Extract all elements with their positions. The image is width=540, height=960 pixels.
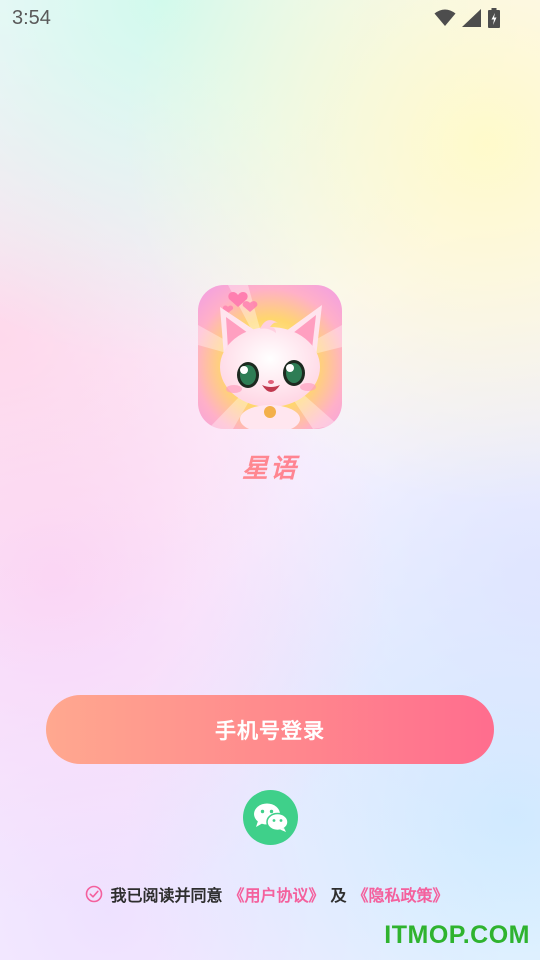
cat-mascot-logo (198, 285, 342, 429)
wechat-login-button[interactable] (243, 790, 298, 845)
battery-charging-icon (488, 8, 500, 28)
user-agreement-link[interactable]: 《用户协议》 (228, 882, 324, 906)
phone-login-label: 手机号登录 (215, 718, 325, 743)
site-watermark: ITMOP.COM (384, 921, 530, 949)
status-time: 3:54 (12, 7, 51, 29)
phone-login-button[interactable]: 手机号登录 (46, 695, 494, 764)
wechat-icon (253, 803, 289, 832)
app-logo (198, 285, 342, 429)
agreement-row: 我已阅读并同意 《用户协议》 及 《隐私政策》 (0, 880, 540, 908)
privacy-policy-link[interactable]: 《隐私政策》 (353, 882, 449, 906)
agreement-prefix: 我已阅读并同意 (110, 886, 223, 905)
cell-signal-icon (462, 9, 482, 27)
agreement-conjunction: 及 (330, 886, 347, 905)
app-name: 星语 (0, 448, 540, 485)
status-icons (434, 8, 500, 28)
status-bar: 3:54 (0, 0, 540, 36)
wifi-icon (434, 9, 456, 27)
check-circle-icon[interactable] (85, 885, 103, 903)
